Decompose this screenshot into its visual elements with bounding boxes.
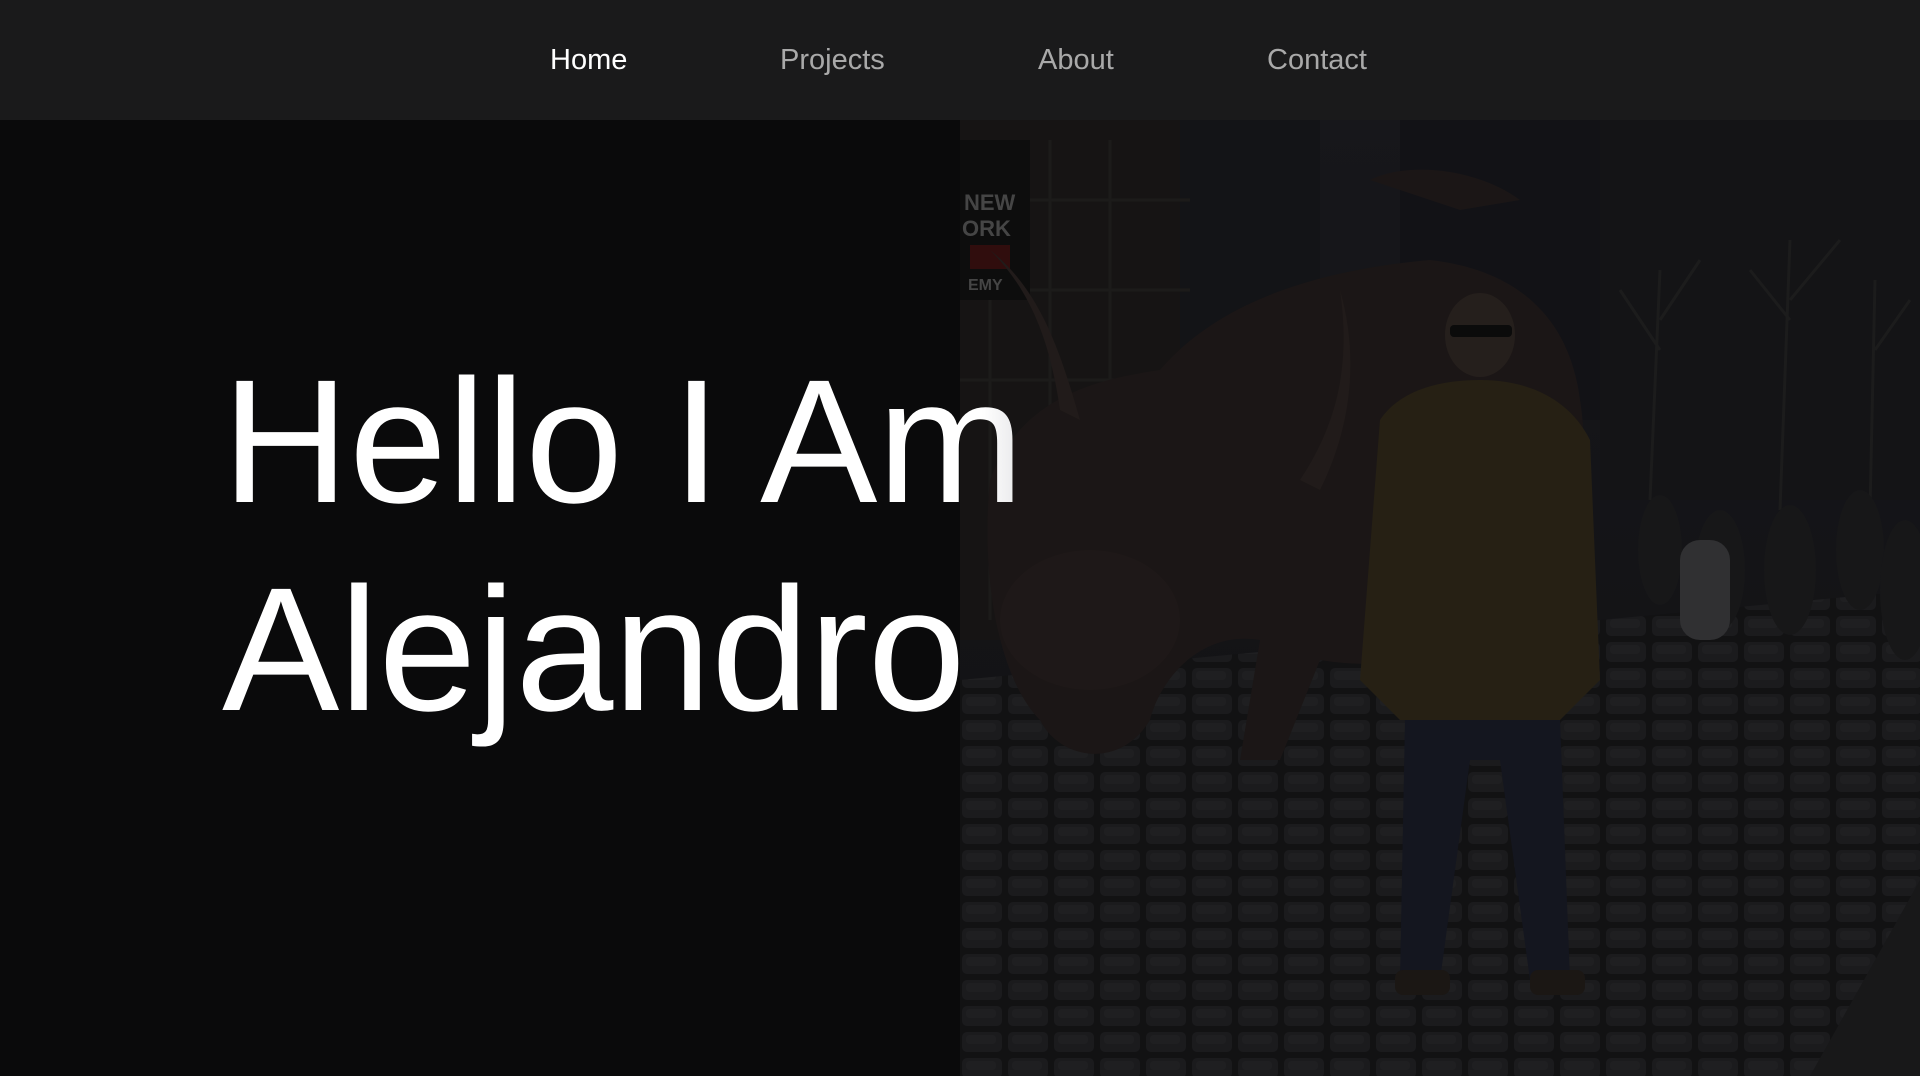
bull-statue-photo: NEW ORK EMY — [960, 120, 1920, 1076]
nav-link-home[interactable]: Home — [550, 40, 627, 80]
nav-link-contact[interactable]: Contact — [1267, 40, 1367, 80]
top-navigation: Home Projects About Contact — [0, 0, 1920, 120]
hero-heading-line-1: Hello I Am — [222, 344, 1025, 540]
nav-link-about[interactable]: About — [1038, 40, 1114, 80]
hero-heading: Hello I Am Alejandro — [222, 338, 1024, 754]
hero-photo: NEW ORK EMY — [960, 120, 1920, 1076]
hero-heading-line-2: Alejandro — [222, 552, 966, 748]
nav-link-projects[interactable]: Projects — [780, 40, 885, 80]
